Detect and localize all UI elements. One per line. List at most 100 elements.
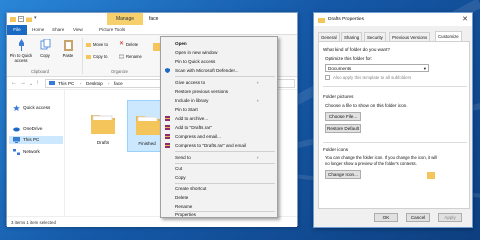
section-divider [323, 86, 467, 87]
section-divider [323, 142, 467, 143]
tab-file[interactable]: File [7, 25, 27, 35]
menu-item-scan-defender[interactable]: Scan with Microsoft Defender... [175, 67, 239, 74]
nav-quick-access-label: Quick access [23, 105, 51, 110]
menu-item-add-drafts-rar[interactable]: Add to "Drafts.rar" [175, 124, 212, 131]
menu-separator [175, 76, 275, 77]
choose-file-button[interactable]: Choose File... [325, 112, 361, 121]
menu-item-include-library[interactable]: Include in library › [175, 97, 259, 104]
move-to-button[interactable]: Move to [86, 41, 108, 49]
optimize-question: What kind of folder do you want? [323, 47, 390, 52]
folder-item-drafts[interactable]: Drafts [83, 100, 123, 152]
folder-icons-hint-line2: no longer show a preview of the folder's… [325, 161, 417, 166]
move-icon [86, 43, 91, 48]
folder-icon [91, 115, 115, 134]
recent-dropdown-icon[interactable]: ⌄ [29, 81, 33, 87]
apply-subfolders-checkbox[interactable]: Also apply this template to all subfolde… [325, 75, 412, 81]
star-icon [13, 104, 20, 111]
forward-arrow-icon[interactable]: → [20, 80, 26, 86]
customize-panel: What kind of folder do you want? Optimiz… [318, 41, 470, 209]
menu-item-compress-email[interactable]: Compress and email... [175, 133, 221, 140]
nav-onedrive[interactable]: OneDrive [13, 125, 42, 133]
submenu-arrow-icon: › [257, 155, 259, 160]
apply-button[interactable]: Apply [438, 213, 462, 222]
tab-view[interactable]: View [73, 27, 83, 32]
menu-item-open[interactable]: Open [175, 40, 187, 47]
copy-button[interactable]: Copy [33, 39, 57, 58]
restore-default-button[interactable]: Restore Default [325, 124, 361, 133]
chevron-down-icon: ▾ [423, 66, 426, 71]
tab-general[interactable]: General [318, 32, 340, 41]
winrar-icon [165, 143, 170, 148]
rename-icon [119, 55, 124, 59]
tab-home[interactable]: Home [32, 27, 44, 32]
menu-item-pin-start[interactable]: Pin to Start [175, 106, 198, 113]
folder-icon [136, 116, 160, 135]
move-to-label: Move to [93, 42, 108, 47]
tab-share[interactable]: Share [52, 27, 64, 32]
winrar-icon [165, 116, 170, 121]
menu-item-rename[interactable]: Rename [175, 203, 192, 210]
defender-shield-icon [165, 68, 170, 73]
nav-quick-access[interactable]: Quick access [13, 104, 50, 112]
give-access-label: Give access to [175, 80, 206, 85]
properties-dialog: Drafts Properties ✕ General Sharing Secu… [313, 12, 473, 228]
menu-item-cut[interactable]: Cut [175, 165, 182, 172]
cancel-button[interactable]: Cancel [406, 213, 430, 222]
rename-button[interactable]: Rename [119, 53, 142, 61]
folder-icon [10, 17, 16, 22]
change-icon-button[interactable]: Change Icon... [325, 170, 361, 179]
breadcrumb-desktop[interactable]: Desktop [86, 81, 103, 86]
folder-icons-hint-line1: You can change the folder icon. If you c… [325, 155, 438, 160]
menu-item-delete[interactable]: Delete [175, 194, 188, 201]
close-icon[interactable]: ✕ [462, 15, 468, 23]
menu-item-add-archive[interactable]: Add to archive... [175, 115, 208, 122]
tab-previous-versions[interactable]: Previous Versions [389, 32, 431, 41]
menu-item-copy[interactable]: Copy [175, 174, 186, 181]
back-arrow-icon[interactable]: ← [11, 80, 17, 86]
folder-label: Drafts [96, 140, 110, 145]
breadcrumb-face[interactable]: face [114, 81, 123, 86]
properties-icon[interactable] [18, 16, 24, 22]
menu-item-properties[interactable]: Properties [175, 211, 196, 218]
pin-quick-access-button[interactable]: Pin to Quick access [9, 39, 33, 63]
optimize-select[interactable]: Documents ▾ [325, 64, 429, 72]
breadcrumb-separator: › [80, 81, 82, 86]
tab-customize[interactable]: Customize [435, 31, 462, 41]
optimize-label: Optimize this folder for: [325, 56, 373, 61]
optimize-select-value: Documents [328, 66, 352, 71]
tab-security[interactable]: Security [364, 32, 386, 41]
manage-contextual-tab[interactable]: Manage [107, 13, 143, 25]
delete-button[interactable]: ✕ Delete [119, 41, 138, 49]
qa-dropdown-icon[interactable]: ▾ [34, 15, 40, 21]
organize-group-label: Organize [111, 69, 128, 74]
folder-pictures-heading: Folder pictures [323, 94, 354, 99]
explorer-window-title: face [149, 16, 159, 22]
nav-network-label: Network [23, 149, 40, 154]
menu-item-restore-versions[interactable]: Restore previous versions [175, 88, 228, 95]
context-menu: Open Open in new window Pin to Quick acc… [160, 36, 278, 218]
copy-to-button[interactable]: Copy to [86, 53, 107, 61]
menu-item-give-access[interactable]: Give access to › [175, 79, 259, 86]
tab-picture-tools[interactable]: Picture Tools [99, 27, 125, 32]
send-to-label: Send to [175, 155, 191, 160]
pin-quick-access-label: Pin to Quick access [9, 53, 33, 63]
new-folder-icon[interactable] [26, 16, 32, 22]
rename-label: Rename [126, 54, 142, 59]
apply-subfolders-label: Also apply this template to all subfolde… [333, 75, 412, 80]
folder-icons-heading: Folder icons [323, 147, 349, 152]
status-text: 3 items 1 item selected [11, 220, 56, 225]
nav-network[interactable]: Network [13, 148, 40, 156]
nav-this-pc[interactable]: This PC [9, 136, 63, 144]
menu-item-open-new-window[interactable]: Open in new window [175, 49, 217, 56]
paste-button[interactable]: Paste [56, 39, 80, 58]
breadcrumb-this-pc[interactable]: This PC [58, 81, 74, 86]
tab-sharing[interactable]: Sharing [341, 32, 363, 41]
menu-item-pin-quick-access[interactable]: Pin to Quick access [175, 58, 215, 65]
menu-item-compress-drafts-email[interactable]: Compress to "Drafts.rar" and email [175, 142, 246, 149]
folder-icon [318, 18, 325, 23]
up-arrow-icon[interactable]: ↑ [36, 80, 39, 86]
copy-icon [40, 39, 50, 50]
ok-button[interactable]: OK [374, 213, 398, 222]
menu-item-send-to[interactable]: Send to › [175, 154, 259, 161]
menu-item-create-shortcut[interactable]: Create shortcut [175, 185, 206, 192]
